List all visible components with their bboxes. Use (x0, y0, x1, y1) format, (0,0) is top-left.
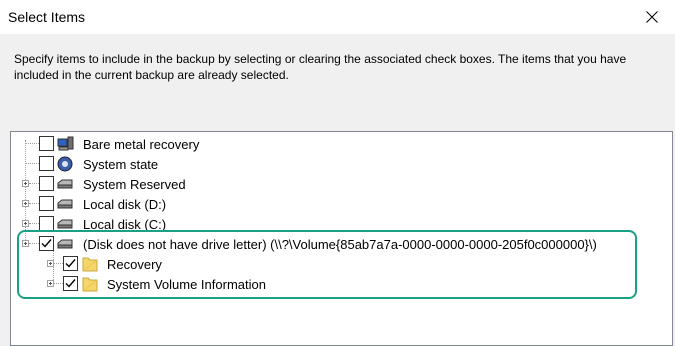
system-state-checkbox[interactable] (39, 156, 54, 171)
local-disk-c-checkbox[interactable] (39, 216, 54, 231)
tree-connector (29, 183, 39, 184)
bare-metal-recovery-checkbox[interactable] (39, 136, 54, 151)
expand-icon[interactable] (22, 220, 29, 227)
system-state-label: System state (83, 157, 159, 172)
local-disk-d-checkbox[interactable] (39, 196, 54, 211)
drive-icon (57, 199, 73, 209)
tree-connector (29, 223, 39, 224)
instructions-text: Specify items to include in the backup b… (14, 52, 627, 82)
selection-highlight (17, 230, 637, 299)
computer-icon (57, 136, 74, 151)
system-state-icon (57, 156, 73, 172)
tree-connector (25, 143, 39, 144)
system-reserved-checkbox[interactable] (39, 176, 54, 191)
tree-connector (25, 163, 39, 164)
system-reserved-label: System Reserved (83, 177, 186, 192)
drive-icon (57, 179, 73, 189)
expand-icon[interactable] (22, 180, 29, 187)
local-disk-d-label: Local disk (D:) (83, 197, 167, 212)
bare-metal-recovery-label: Bare metal recovery (83, 137, 200, 152)
tree-connector (29, 203, 39, 204)
window-title: Select Items (8, 9, 86, 25)
close-icon (646, 11, 658, 23)
close-button[interactable] (629, 0, 675, 34)
title-bar: Select Items (0, 0, 675, 34)
expand-icon[interactable] (22, 200, 29, 207)
